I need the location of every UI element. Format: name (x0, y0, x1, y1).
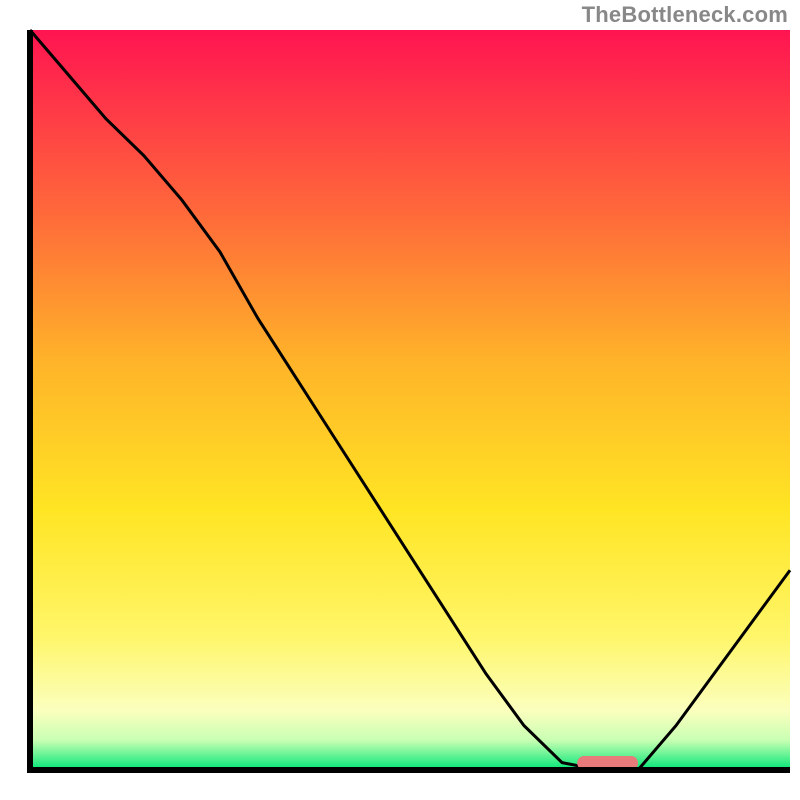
chart-stage: TheBottleneck.com (0, 0, 800, 800)
watermark-text: TheBottleneck.com (582, 2, 788, 28)
bottleneck-chart (0, 0, 800, 800)
plot-background (30, 30, 790, 770)
